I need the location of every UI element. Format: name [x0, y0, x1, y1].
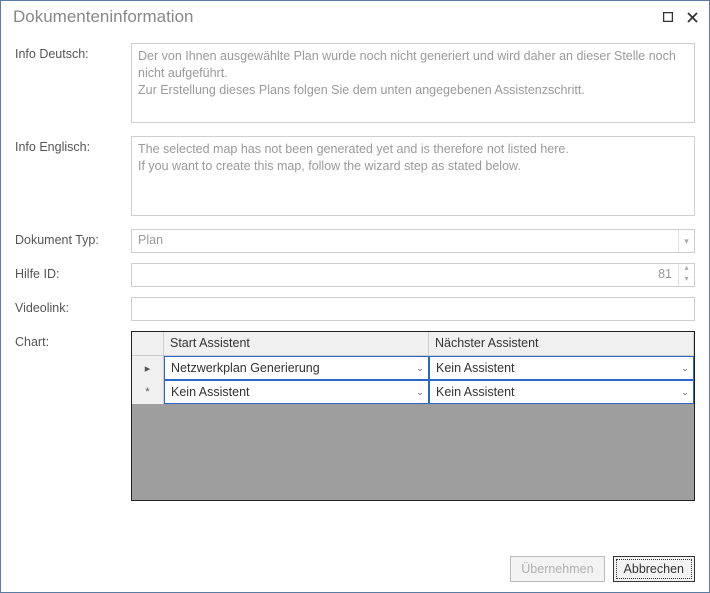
grid-row[interactable]: * Kein Assistent ⌄ Kein Assistent ⌄	[132, 380, 694, 404]
help-id-spinner[interactable]: 81 ▴ ▾	[131, 263, 695, 287]
assistants-grid[interactable]: Start Assistent Nächster Assistent ▸ Net…	[131, 331, 695, 501]
label-doc-type: Dokument Typ:	[15, 229, 131, 247]
chevron-down-icon[interactable]: ▾	[684, 275, 688, 286]
col-next-assistent[interactable]: Nächster Assistent	[429, 332, 694, 355]
label-videolink: Videolink:	[15, 297, 131, 315]
label-chart: Chart:	[15, 331, 131, 349]
apply-button[interactable]: Übernehmen	[510, 556, 604, 582]
chevron-down-icon[interactable]: ⌄	[412, 387, 428, 398]
chevron-down-icon[interactable]: ⌄	[677, 387, 693, 398]
grid-row[interactable]: ▸ Netzwerkplan Generierung ⌄ Kein Assist…	[132, 356, 694, 380]
grid-corner	[132, 332, 164, 355]
doc-type-select[interactable]: Plan ▾	[131, 229, 695, 253]
cancel-button[interactable]: Abbrechen	[613, 556, 695, 582]
row-marker: *	[132, 380, 164, 404]
close-icon[interactable]	[681, 6, 703, 28]
window-title: Dokumenteninformation	[13, 7, 193, 27]
cell-start-assistent[interactable]: Kein Assistent ⌄	[164, 380, 429, 404]
doc-type-value: Plan	[132, 230, 678, 252]
videolink-input[interactable]	[131, 297, 695, 321]
grid-header: Start Assistent Nächster Assistent	[132, 332, 694, 356]
help-id-value: 81	[132, 264, 678, 286]
cell-next-assistent[interactable]: Kein Assistent ⌄	[429, 356, 694, 380]
chevron-down-icon: ▾	[678, 230, 694, 252]
chevron-down-icon[interactable]: ⌄	[677, 363, 693, 374]
titlebar: Dokumenteninformation	[1, 1, 709, 33]
label-info-en: Info Englisch:	[15, 136, 131, 154]
info-de-textarea[interactable]	[131, 43, 695, 123]
spinner-buttons[interactable]: ▴ ▾	[678, 264, 694, 286]
form-content: Info Deutsch: Info Englisch: Dokument Ty…	[1, 33, 709, 501]
label-info-de: Info Deutsch:	[15, 43, 131, 61]
info-en-textarea[interactable]	[131, 136, 695, 216]
cell-next-assistent[interactable]: Kein Assistent ⌄	[429, 380, 694, 404]
grid-empty-area	[132, 404, 694, 500]
dialog-footer: Übernehmen Abbrechen	[510, 556, 695, 582]
label-help-id: Hilfe ID:	[15, 263, 131, 281]
row-marker: ▸	[132, 356, 164, 380]
cell-start-assistent[interactable]: Netzwerkplan Generierung ⌄	[164, 356, 429, 380]
maximize-icon[interactable]	[657, 6, 679, 28]
chevron-down-icon[interactable]: ⌄	[412, 363, 428, 374]
col-start-assistent[interactable]: Start Assistent	[164, 332, 429, 355]
